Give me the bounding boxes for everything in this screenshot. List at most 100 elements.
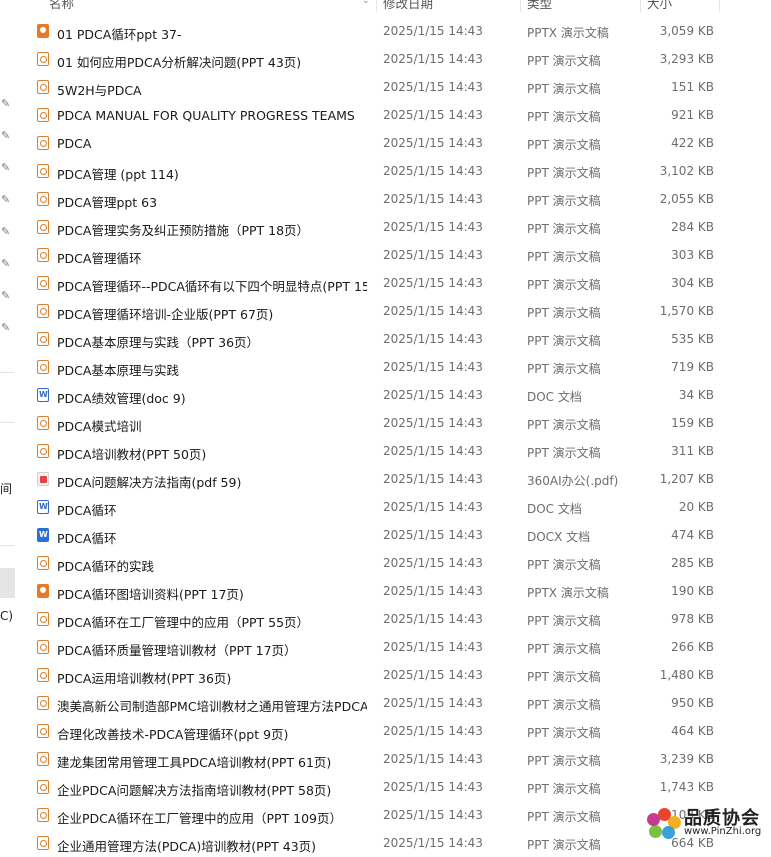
nav-divider [0, 545, 14, 546]
file-type: PPT 演示文稿 [527, 418, 601, 432]
file-row[interactable]: 01 如何应用PDCA分析解决问题(PPT 43页) 2025/1/15 14:4… [16, 45, 771, 73]
file-row[interactable]: 5W2H与PDCA 2025/1/15 14:43 PPT 演示文稿 151 KB [16, 73, 771, 101]
file-type: PPT 演示文稿 [527, 222, 601, 236]
file-size: 1,480 KB [659, 668, 714, 682]
file-row[interactable]: PDCA管理实务及纠正预防措施（PPT 18页） 2025/1/15 14:43 P… [16, 213, 771, 241]
file-type: PPT 演示文稿 [527, 54, 601, 68]
modified-date: 2025/1/15 14:43 [383, 444, 483, 458]
file-size: 719 KB [671, 360, 714, 374]
pin-icon[interactable]: ✎ [1, 226, 13, 238]
column-size-header[interactable]: 大小 [647, 0, 672, 12]
file-size: 1,570 KB [659, 304, 714, 318]
pin-icon[interactable]: ✎ [1, 290, 13, 302]
file-row[interactable]: PDCA管理循环--PDCA循环有以下四个明显特点(PPT 15... 2025/… [16, 269, 771, 297]
file-row[interactable]: PDCA循环的实践 2025/1/15 14:43 PPT 演示文稿 285 KB [16, 549, 771, 577]
file-row[interactable]: PDCA循环在工厂管理中的应用（PPT 55页） 2025/1/15 14:43 P… [16, 605, 771, 633]
file-name: PDCA运用培训教材(PPT 36页) [57, 671, 232, 686]
nav-item-fragment[interactable]: 间 [0, 480, 12, 497]
file-name: PDCA培训教材(PPT 50页) [57, 447, 207, 462]
column-date-header[interactable]: 修改日期 [383, 0, 433, 12]
ppt-file-icon [37, 668, 49, 682]
file-type: PPT 演示文稿 [527, 698, 601, 712]
file-row[interactable]: PDCA模式培训 2025/1/15 14:43 PPT 演示文稿 159 KB [16, 409, 771, 437]
file-name: PDCA管理实务及纠正预防措施（PPT 18页） [57, 223, 310, 238]
file-row[interactable]: PDCA问题解决方法指南(pdf 59) 2025/1/15 14:43 360AI… [16, 465, 771, 493]
pin-icon[interactable]: ✎ [1, 98, 13, 110]
file-type: PPT 演示文稿 [527, 82, 601, 96]
file-row[interactable]: 企业PDCA问题解决方法指南培训教材(PPT 58页) 2025/1/15 14:… [16, 773, 771, 801]
ppt-file-icon [37, 808, 49, 822]
modified-date: 2025/1/15 14:43 [383, 52, 483, 66]
pin-icon[interactable]: ✎ [1, 322, 13, 334]
file-name: PDCA绩效管理(doc 9) [57, 391, 186, 406]
watermark-logo: 品质协会 www.PinZhi.org [646, 802, 771, 844]
column-divider[interactable] [719, 0, 720, 12]
modified-date: 2025/1/15 14:43 [383, 584, 483, 598]
pptx-file-icon [37, 584, 49, 598]
file-row[interactable]: PDCA循环质量管理培训教材（PPT 17页） 2025/1/15 14:43 PP… [16, 633, 771, 661]
file-row[interactable]: PDCA循环 2025/1/15 14:43 DOC 文档 20 KB [16, 493, 771, 521]
column-type-header[interactable]: 类型 [527, 0, 552, 12]
column-header: 名称 ⌄ 修改日期 类型 大小 [16, 0, 771, 12]
file-row[interactable]: PDCA基本原理与实践（PPT 36页） 2025/1/15 14:43 PPT 演… [16, 325, 771, 353]
column-divider[interactable] [520, 0, 521, 12]
modified-date: 2025/1/15 14:43 [383, 808, 483, 822]
file-row[interactable]: PDCA循环 2025/1/15 14:43 DOCX 文档 474 KB [16, 521, 771, 549]
file-row[interactable]: PDCA培训教材(PPT 50页) 2025/1/15 14:43 PPT 演示文稿… [16, 437, 771, 465]
file-row[interactable]: PDCA管理循环 2025/1/15 14:43 PPT 演示文稿 303 KB [16, 241, 771, 269]
docx-file-icon [37, 528, 49, 542]
file-row[interactable]: PDCA运用培训教材(PPT 36页) 2025/1/15 14:43 PPT 演示… [16, 661, 771, 689]
file-row[interactable]: PDCA管理ppt 63 2025/1/15 14:43 PPT 演示文稿 2,055… [16, 185, 771, 213]
ppt-file-icon [37, 696, 49, 710]
column-name-header[interactable]: 名称 [49, 0, 74, 12]
file-size: 978 KB [671, 612, 714, 626]
pin-icon[interactable]: ✎ [1, 162, 13, 174]
file-row[interactable]: 澳美高新公司制造部PMC培训教材之通用管理方法PDCA... 2025/1/15 … [16, 689, 771, 717]
modified-date: 2025/1/15 14:43 [383, 612, 483, 626]
file-name: 企业通用管理方法(PDCA)培训教材(PPT 43页) [57, 839, 317, 854]
file-name: 01 如何应用PDCA分析解决问题(PPT 43页) [57, 55, 302, 70]
file-row[interactable]: PDCA管理 (ppt 114) 2025/1/15 14:43 PPT 演示文稿 3… [16, 157, 771, 185]
flower-logo-icon [646, 808, 682, 840]
file-row[interactable]: PDCA 2025/1/15 14:43 PPT 演示文稿 422 KB [16, 129, 771, 157]
pin-icon[interactable]: ✎ [1, 130, 13, 142]
file-row[interactable]: PDCA MANUAL FOR QUALITY PROGRESS TEAMS 20… [16, 101, 771, 129]
pin-icon[interactable]: ✎ [1, 258, 13, 270]
file-row[interactable]: 合理化改善技术-PDCA管理循环(ppt 9页) 2025/1/15 14:43 P… [16, 717, 771, 745]
file-name: PDCA循环 [57, 503, 117, 518]
file-name: 01 PDCA循环ppt 37- [57, 27, 182, 42]
file-size: 3,293 KB [659, 52, 714, 66]
file-type: PPT 演示文稿 [527, 838, 601, 852]
file-name: 企业PDCA循环在工厂管理中的应用（PPT 109页） [57, 811, 342, 826]
column-divider[interactable] [376, 0, 377, 12]
pin-icon[interactable]: ✎ [1, 194, 13, 206]
file-type: PPT 演示文稿 [527, 726, 601, 740]
file-name: 澳美高新公司制造部PMC培训教材之通用管理方法PDCA... [57, 699, 367, 714]
file-size: 921 KB [671, 108, 714, 122]
file-row[interactable]: PDCA绩效管理(doc 9) 2025/1/15 14:43 DOC 文档 34 K… [16, 381, 771, 409]
nav-item-fragment[interactable]: C) ( [0, 609, 16, 623]
file-row[interactable]: 01 PDCA循环ppt 37- 2025/1/15 14:43 PPTX 演示文稿… [16, 17, 771, 45]
file-name: PDCA基本原理与实践（PPT 36页） [57, 335, 260, 350]
nav-item-selected[interactable] [0, 568, 15, 598]
file-size: 284 KB [671, 220, 714, 234]
nav-divider [0, 422, 14, 423]
ppt-file-icon [37, 192, 49, 206]
file-row[interactable]: PDCA基本原理与实践 2025/1/15 14:43 PPT 演示文稿 719 KB [16, 353, 771, 381]
file-row[interactable]: 建龙集团常用管理工具PDCA培训教材(PPT 61页) 2025/1/15 14:… [16, 745, 771, 773]
file-type: PPTX 演示文稿 [527, 586, 609, 600]
modified-date: 2025/1/15 14:43 [383, 696, 483, 710]
file-row[interactable]: PDCA管理循环培训-企业版(PPT 67页) 2025/1/15 14:43 PP… [16, 297, 771, 325]
watermark-url: www.PinZhi.org [684, 826, 762, 837]
file-row[interactable]: PDCA循环图培训资料(PPT 17页) 2025/1/15 14:43 PPTX … [16, 577, 771, 605]
file-name: PDCA循环 [57, 531, 117, 546]
column-divider[interactable] [640, 0, 641, 12]
ppt-file-icon [37, 304, 49, 318]
file-name: PDCA MANUAL FOR QUALITY PROGRESS TEAMS [57, 108, 355, 123]
modified-date: 2025/1/15 14:43 [383, 668, 483, 682]
file-name: PDCA [57, 136, 92, 151]
file-name: 企业PDCA问题解决方法指南培训教材(PPT 58页) [57, 783, 332, 798]
file-name: 5W2H与PDCA [57, 83, 142, 98]
modified-date: 2025/1/15 14:43 [383, 164, 483, 178]
ppt-file-icon [37, 780, 49, 794]
